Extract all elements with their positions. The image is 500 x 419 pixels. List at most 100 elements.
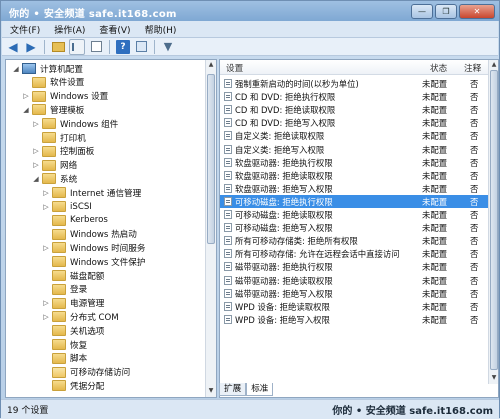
minimize-button[interactable]: —: [411, 4, 433, 19]
policy-icon: [224, 144, 232, 154]
setting-row[interactable]: 所有可移动存储: 允许在远程会话中直接访问 未配置 否: [220, 247, 488, 260]
settings-pane[interactable]: 设置 状态 注释 强制重新启动的时间(以秒为单位) 未配置否 CD 和 DVD: 拒…: [219, 59, 499, 398]
tree-item[interactable]: ◢ 计算机配置: [12, 62, 83, 75]
setting-row[interactable]: 磁带驱动器: 拒绝写入权限 未配置 否: [220, 287, 488, 300]
setting-row[interactable]: 自定义类: 拒绝写入权限 未配置 否: [220, 143, 488, 156]
tree-item[interactable]: ▷ 网络: [32, 159, 77, 172]
show-tree-icon[interactable]: [69, 38, 85, 55]
tab-extended[interactable]: 扩展: [219, 383, 247, 396]
tree-item-label: 分布式 COM: [70, 312, 119, 323]
list-scrollbar[interactable]: ▲ ▼: [488, 60, 498, 384]
setting-row[interactable]: 软盘驱动器: 拒绝读取权限 未配置 否: [220, 169, 488, 182]
tree-item[interactable]: ▷ Windows 时间服务: [42, 241, 145, 254]
filter-icon[interactable]: ▼: [161, 40, 175, 54]
close-button[interactable]: ✕: [459, 4, 495, 19]
expand-arrow-icon[interactable]: ▷: [22, 92, 30, 100]
expand-arrow-icon[interactable]: ▷: [42, 244, 50, 252]
setting-name: 磁带驱动器: 拒绝写入权限: [235, 288, 333, 299]
setting-row[interactable]: 强制重新启动的时间(以秒为单位) 未配置 否: [220, 77, 488, 90]
setting-row[interactable]: 所有可移动存储类: 拒绝所有权限 未配置 否: [220, 234, 488, 247]
tree-item[interactable]: 登录: [42, 283, 87, 296]
menu-file[interactable]: 文件(F): [2, 21, 46, 37]
tree-item[interactable]: ▷ Internet 通信管理: [42, 186, 141, 199]
folder-icon: [52, 352, 66, 364]
expand-arrow-icon[interactable]: ◢: [12, 65, 20, 73]
tree-scrollbar[interactable]: ▲ ▼: [205, 60, 216, 397]
menu-help[interactable]: 帮助(H): [137, 21, 183, 37]
tree-item[interactable]: 打印机: [32, 131, 86, 144]
window-title: 你的 • 安全频道 safe.it168.com: [9, 9, 177, 20]
view-icon[interactable]: [134, 40, 148, 54]
setting-row[interactable]: WPD 设备: 拒绝读取权限 未配置 否: [220, 300, 488, 313]
setting-note: 否: [470, 131, 479, 142]
tree-item[interactable]: ▷ iSCSI: [42, 200, 92, 213]
tree-pane[interactable]: ◢ 计算机配置 软件设置 ▷ Windows 设置 ◢ 管理模板 ▷ Windows 组件 打印机…: [5, 59, 217, 398]
list-scrollbar-thumb[interactable]: [490, 70, 498, 370]
expand-arrow-icon[interactable]: ◢: [22, 106, 30, 114]
setting-state: 未配置: [422, 157, 448, 168]
expand-arrow-icon[interactable]: ▷: [42, 203, 50, 211]
forward-icon[interactable]: ▶: [24, 40, 38, 54]
tree-item[interactable]: ▷ Windows 组件: [32, 117, 118, 130]
tree-item[interactable]: 恢复: [42, 338, 87, 351]
expand-arrow-icon[interactable]: ▷: [32, 147, 40, 155]
expand-arrow-icon[interactable]: ▷: [42, 299, 50, 307]
setting-row[interactable]: 软盘驱动器: 拒绝执行权限 未配置 否: [220, 156, 488, 169]
tree-item[interactable]: ▷ 控制面板: [32, 145, 94, 158]
setting-row[interactable]: CD 和 DVD: 拒绝写入权限 未配置 否: [220, 116, 488, 129]
setting-row[interactable]: 磁带驱动器: 拒绝执行权限 未配置 否: [220, 260, 488, 273]
title-bar[interactable]: 你的 • 安全频道 safe.it168.com — ❐ ✕: [1, 1, 499, 21]
expand-arrow-icon[interactable]: ▷: [32, 161, 40, 169]
setting-row[interactable]: 可移动磁盘: 拒绝读取权限 未配置 否: [220, 208, 488, 221]
expand-arrow-icon[interactable]: ▷: [42, 189, 50, 197]
setting-row[interactable]: CD 和 DVD: 拒绝读取权限 未配置 否: [220, 103, 488, 116]
header-setting[interactable]: 设置: [226, 62, 243, 74]
setting-row[interactable]: 软盘驱动器: 拒绝写入权限 未配置 否: [220, 182, 488, 195]
tree-item[interactable]: 软件设置: [22, 76, 84, 89]
tab-standard[interactable]: 标准: [246, 383, 274, 396]
setting-state: 未配置: [422, 223, 448, 234]
tree-scrollbar-thumb[interactable]: [207, 74, 215, 244]
export-icon[interactable]: [89, 40, 103, 54]
tree-item[interactable]: 关机选项: [42, 324, 104, 337]
tree-item[interactable]: 凭据分配: [42, 379, 104, 392]
help-icon[interactable]: ?: [116, 39, 130, 54]
tree-item[interactable]: 脚本: [42, 352, 87, 365]
tree-item[interactable]: 可移动存储访问: [42, 366, 130, 379]
tree-item[interactable]: Kerberos: [42, 214, 108, 227]
setting-note: 否: [470, 79, 479, 89]
setting-row[interactable]: 磁带驱动器: 拒绝读取权限 未配置 否: [220, 274, 488, 287]
tree-item[interactable]: ▷ 分布式 COM: [42, 310, 119, 323]
tree-item[interactable]: Windows 文件保护: [42, 255, 145, 268]
setting-row[interactable]: CD 和 DVD: 拒绝执行权限 未配置 否: [220, 90, 488, 103]
tree-item-label: 凭据分配: [70, 381, 105, 392]
menu-view[interactable]: 查看(V): [91, 21, 136, 37]
tree-item[interactable]: ▷ 电源管理: [42, 297, 104, 310]
back-icon[interactable]: ◀: [6, 40, 20, 54]
tree-item[interactable]: ▷ Windows 设置: [22, 90, 108, 103]
setting-name: 磁带驱动器: 拒绝执行权限: [235, 262, 333, 273]
header-state[interactable]: 状态: [430, 62, 447, 74]
tree-item[interactable]: ◢ 管理模板: [22, 103, 84, 116]
tree-item[interactable]: 磁盘配额: [42, 269, 104, 282]
setting-row[interactable]: 可移动磁盘: 拒绝写入权限 未配置 否: [220, 221, 488, 234]
expand-arrow-icon[interactable]: ▷: [32, 120, 40, 128]
menu-action[interactable]: 操作(A): [46, 21, 91, 37]
setting-row[interactable]: 自定义类: 拒绝读取权限 未配置 否: [220, 129, 488, 142]
setting-state: 未配置: [422, 144, 448, 155]
tree-item-label: Windows 热启动: [70, 230, 137, 241]
policy-icon: [224, 118, 232, 128]
header-note[interactable]: 注释: [464, 62, 481, 74]
tree-item[interactable]: ◢ 系统: [32, 172, 77, 185]
expand-arrow-icon[interactable]: ◢: [32, 175, 40, 183]
up-folder-icon[interactable]: [51, 40, 65, 54]
tree-item-label: Kerberos: [70, 215, 108, 226]
folder-icon: [52, 187, 66, 199]
setting-row[interactable]: 可移动磁盘: 拒绝执行权限 未配置 否: [220, 194, 488, 208]
setting-row[interactable]: WPD 设备: 拒绝写入权限 未配置 否: [220, 313, 488, 326]
setting-state: 未配置: [422, 170, 448, 181]
maximize-button[interactable]: ❐: [435, 4, 457, 19]
tree-item[interactable]: Windows 热启动: [42, 228, 137, 241]
expand-arrow-icon[interactable]: ▷: [42, 313, 50, 321]
setting-state: 未配置: [422, 105, 448, 116]
